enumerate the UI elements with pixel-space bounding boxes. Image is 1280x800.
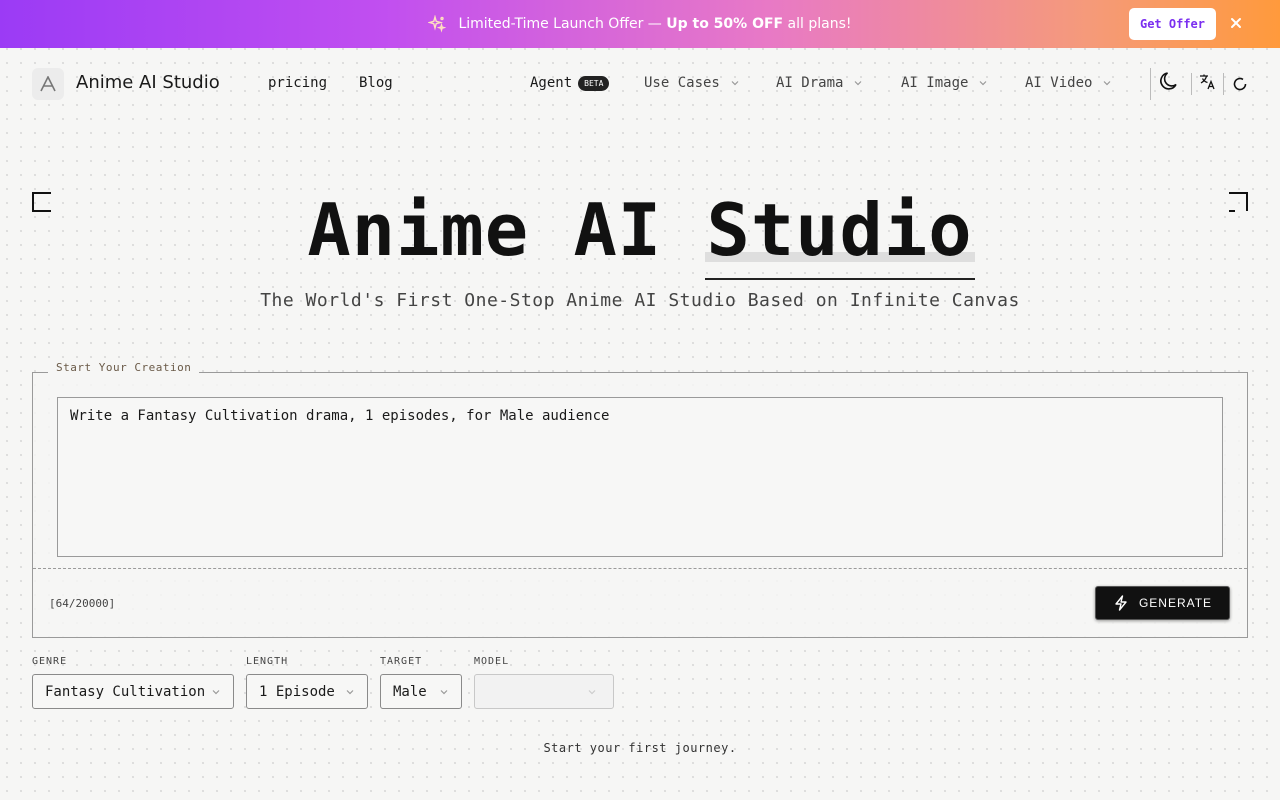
chevron-down-icon xyxy=(855,81,862,86)
promo-banner: Limited-Time Launch Offer — Up to 50% OF… xyxy=(0,0,1280,48)
target-select[interactable]: Male xyxy=(380,674,462,709)
nav-ai-drama-label: AI Drama xyxy=(776,75,844,91)
chevron-down-icon xyxy=(1104,81,1111,86)
genre-value: Fantasy Cultivation xyxy=(45,683,206,700)
chevron-down-icon xyxy=(212,689,220,694)
generate-label: GENERATE xyxy=(1138,596,1213,610)
theme-moon-icon[interactable] xyxy=(1159,70,1181,92)
model-label: MODEL xyxy=(474,656,510,667)
creation-legend: Start Your Creation xyxy=(48,361,200,374)
refresh-icon[interactable] xyxy=(1232,76,1248,92)
nav-ai-drama[interactable]: AI Drama xyxy=(776,75,863,91)
nav-use-cases[interactable]: Use Cases xyxy=(644,75,740,91)
nav-ai-video-label: AI Video xyxy=(1025,75,1093,91)
hero-title-highlight: Studio xyxy=(704,188,975,280)
beta-badge: BETA xyxy=(578,75,610,91)
length-label: LENGTH xyxy=(246,656,289,667)
length-value: 1 Episode xyxy=(259,683,335,700)
lightning-icon xyxy=(1115,595,1127,611)
genre-select[interactable]: Fantasy Cultivation xyxy=(32,674,234,709)
target-value: Male xyxy=(393,683,427,700)
nav-agent[interactable]: Agent BETA xyxy=(530,75,610,91)
site-header: Anime AI Studio pricing Blog Agent BETA … xyxy=(0,48,1280,120)
nav-blog[interactable]: Blog xyxy=(359,75,393,91)
close-icon[interactable] xyxy=(1228,15,1244,31)
divider xyxy=(1191,73,1192,95)
translate-icon[interactable] xyxy=(1199,73,1216,90)
model-select[interactable] xyxy=(474,674,614,709)
sparkle-icon xyxy=(428,15,447,33)
nav-agent-label: Agent xyxy=(530,75,573,91)
hero-title-plain: Anime AI xyxy=(307,188,707,272)
chevron-down-icon xyxy=(588,689,596,694)
nav-use-cases-label: Use Cases xyxy=(644,75,720,91)
divider xyxy=(1223,73,1224,95)
brand-name[interactable]: Anime AI Studio xyxy=(76,72,220,93)
hero-subtitle: The World's First One-Stop Anime AI Stud… xyxy=(260,290,1020,311)
nav-ai-image[interactable]: AI Image xyxy=(901,75,988,91)
chevron-down-icon xyxy=(440,689,448,694)
nav-ai-video[interactable]: AI Video xyxy=(1025,75,1112,91)
prompt-input[interactable]: Write a Fantasy Cultivation drama, 1 epi… xyxy=(57,397,1223,557)
divider xyxy=(1150,68,1151,100)
nav-ai-image-label: AI Image xyxy=(901,75,969,91)
hero-title: Anime AI Studio xyxy=(0,188,1280,280)
chevron-down-icon xyxy=(346,689,354,694)
chevron-down-icon xyxy=(731,81,739,86)
nav-pricing[interactable]: pricing xyxy=(268,75,327,91)
logo[interactable] xyxy=(32,68,64,100)
length-select[interactable]: 1 Episode xyxy=(246,674,368,709)
genre-label: GENRE xyxy=(32,656,68,667)
promo-text: Limited-Time Launch Offer — Up to 50% OF… xyxy=(458,16,852,32)
char-counter: [64/20000] xyxy=(49,597,116,610)
chevron-down-icon xyxy=(980,81,987,86)
promo-highlight: Up to 50% OFF xyxy=(666,16,784,32)
target-label: TARGET xyxy=(380,656,423,667)
generate-button[interactable]: GENERATE xyxy=(1095,586,1230,620)
get-offer-button[interactable]: Get Offer xyxy=(1129,8,1216,40)
divider xyxy=(33,568,1247,569)
journey-note: Start your first journey. xyxy=(543,741,737,755)
